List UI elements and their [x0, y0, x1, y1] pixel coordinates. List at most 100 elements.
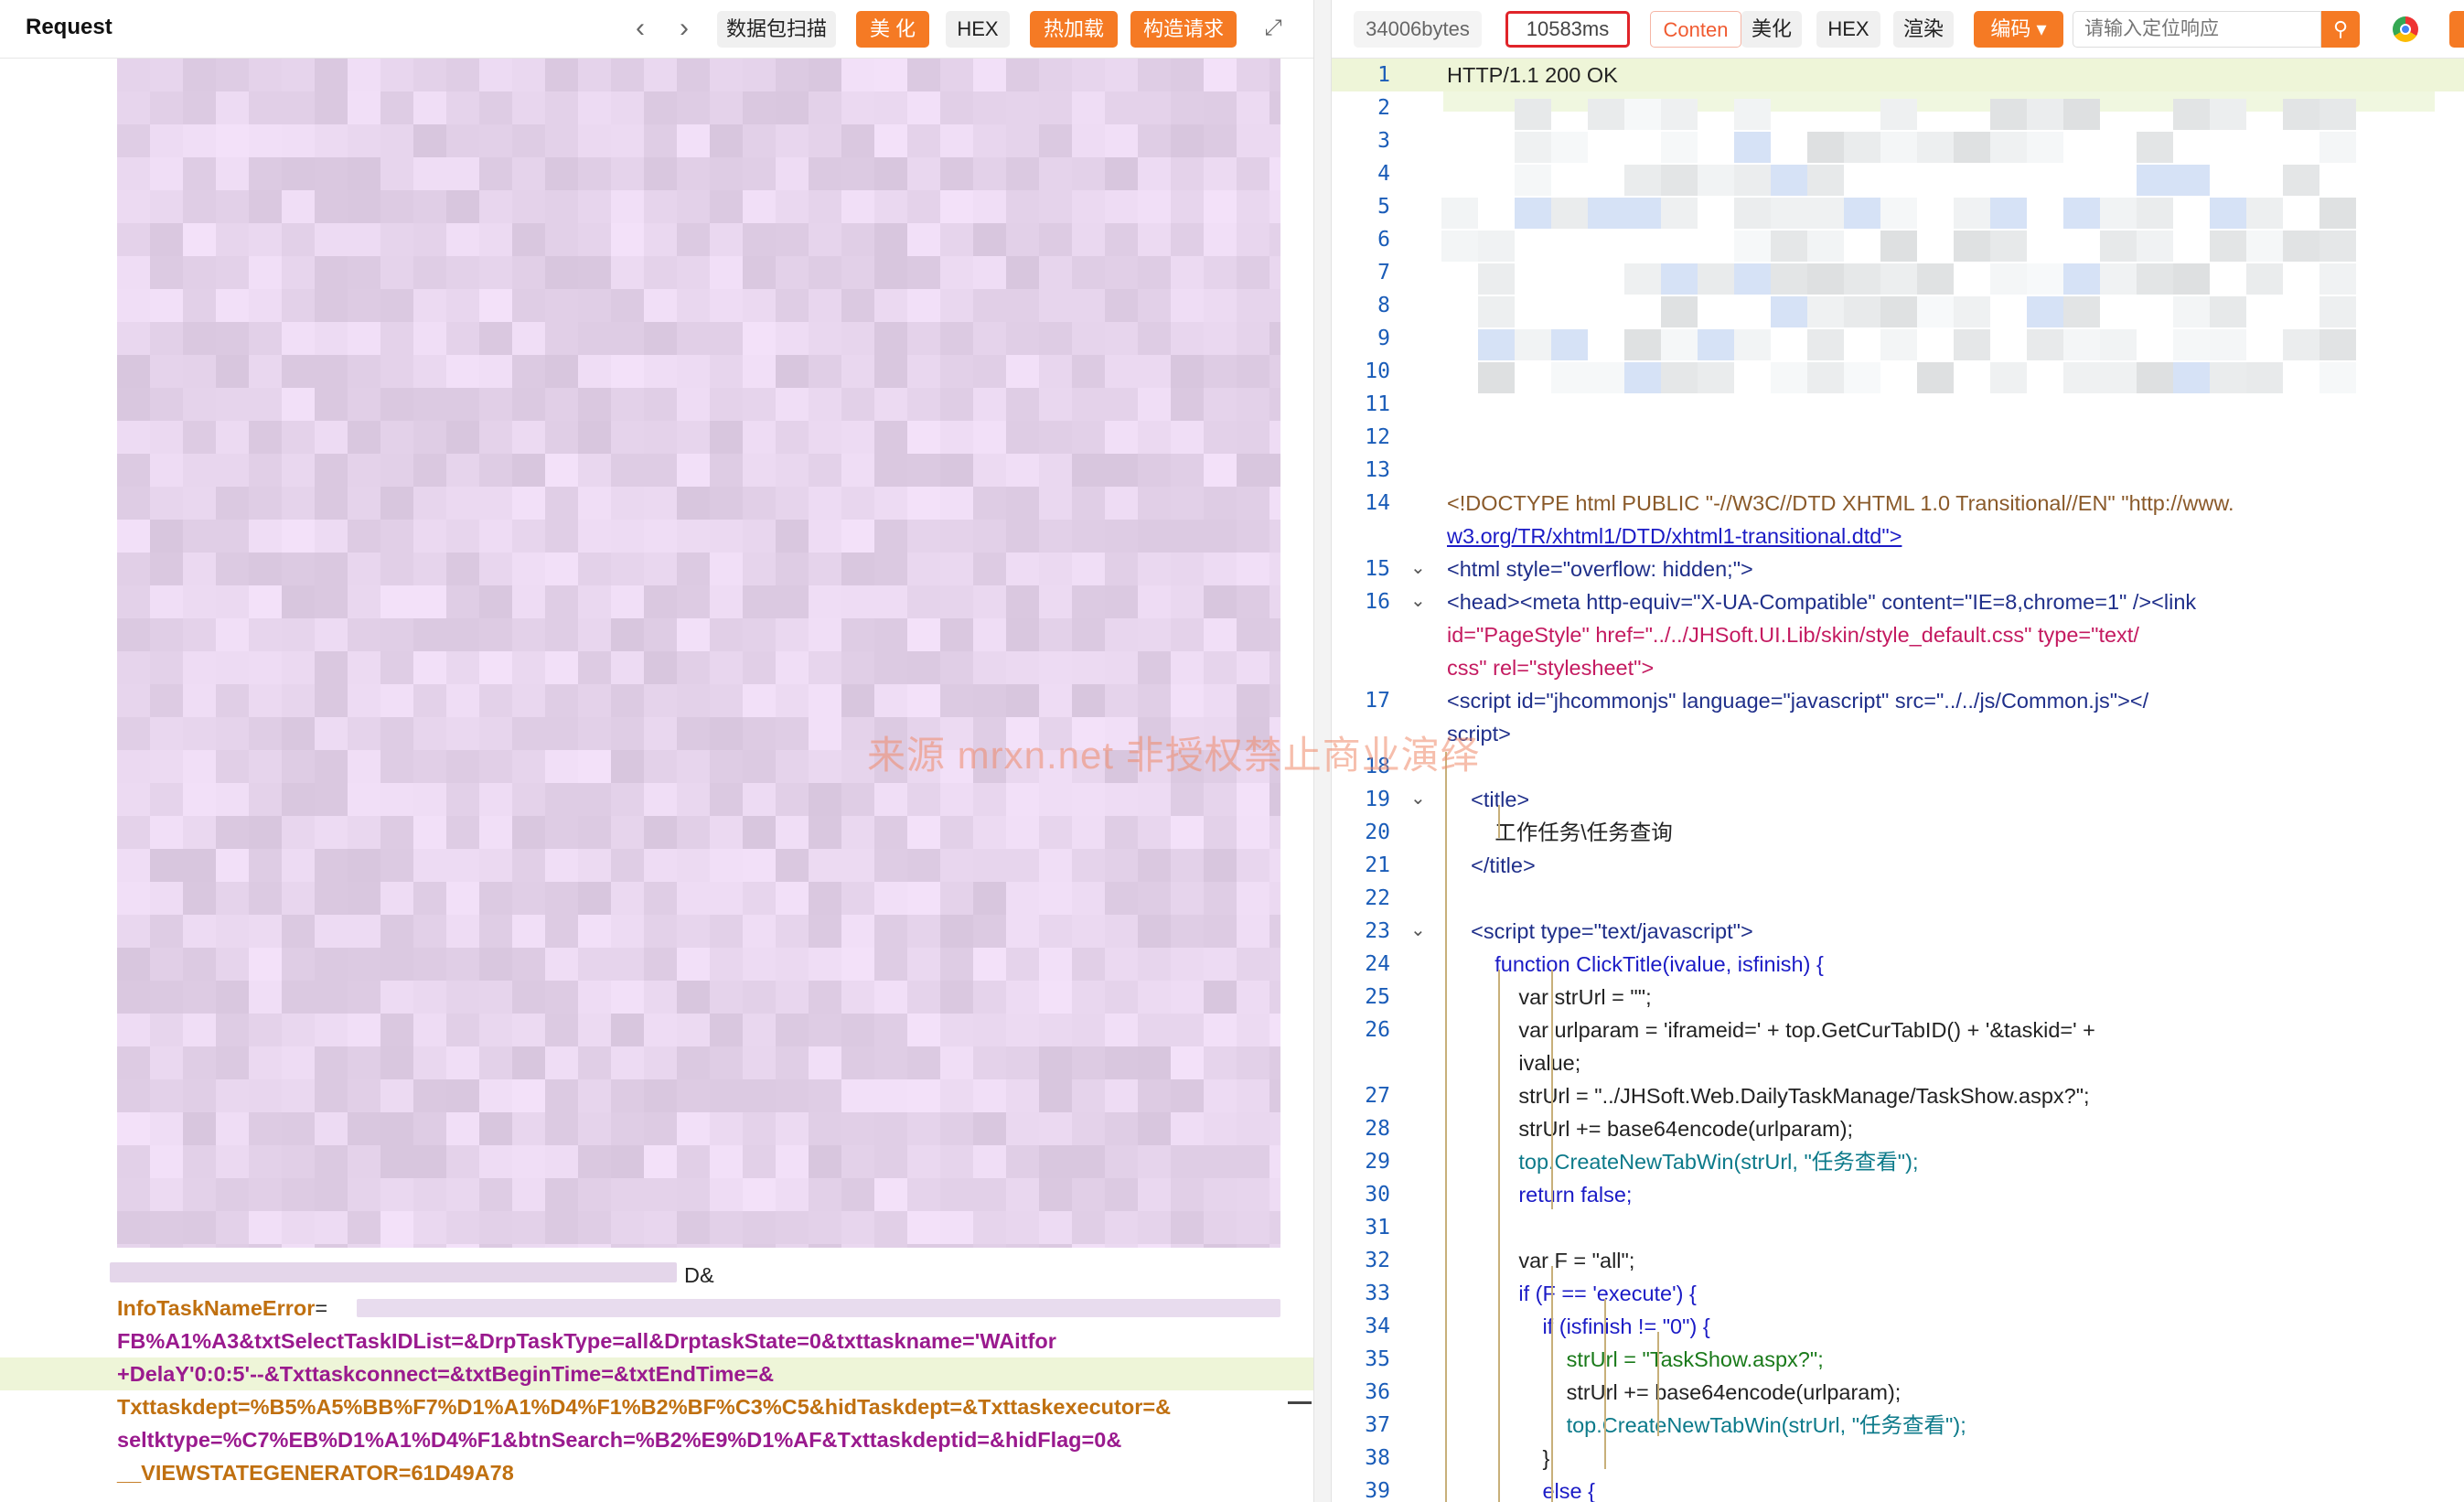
- search-button[interactable]: ⚲: [2321, 11, 2360, 48]
- mosaic-cell: [874, 651, 907, 684]
- mosaic-cell: [545, 684, 578, 717]
- mosaic-cell: [710, 388, 743, 421]
- scrollbar-thumb[interactable]: [1288, 1401, 1312, 1404]
- beautify-button[interactable]: 美 化: [856, 11, 929, 48]
- mosaic-cell: [1171, 322, 1204, 355]
- blur-cell: [1771, 165, 1807, 196]
- mosaic-cell: [1237, 91, 1269, 124]
- mosaic-cell: [973, 585, 1006, 618]
- mosaic-cell: [1171, 223, 1204, 256]
- mosaic-cell: [907, 124, 940, 157]
- mosaic-cell: [446, 783, 479, 816]
- mosaic-cell: [413, 59, 446, 91]
- mosaic-cell: [183, 223, 216, 256]
- mosaic-cell: [446, 684, 479, 717]
- beautify-button[interactable]: 美化: [1741, 11, 1802, 48]
- mosaic-cell: [216, 750, 249, 783]
- mosaic-cell: [940, 59, 973, 91]
- mosaic-cell: [150, 256, 183, 289]
- mosaic-cell: [1204, 157, 1237, 190]
- mosaic-cell: [809, 157, 841, 190]
- mosaic-cell: [150, 421, 183, 454]
- mosaic-cell: [1204, 1079, 1237, 1112]
- blur-cell: [2100, 362, 2137, 393]
- mosaic-cell: [1039, 816, 1072, 849]
- mosaic-cell: [216, 849, 249, 882]
- encoding-dropdown[interactable]: 编码 ▾: [1974, 11, 2063, 48]
- mosaic-cell: [677, 124, 710, 157]
- mosaic-cell: [1072, 223, 1105, 256]
- mosaic-cell: [1105, 520, 1138, 553]
- mosaic-cell: [512, 684, 545, 717]
- mosaic-cell: [578, 849, 611, 882]
- mosaic-cell: [1171, 388, 1204, 421]
- mosaic-cell: [348, 684, 380, 717]
- mosaic-cell: [249, 388, 282, 421]
- mosaic-cell: [907, 454, 940, 487]
- mosaic-cell: [1269, 1079, 1280, 1112]
- mosaic-cell: [776, 948, 809, 981]
- mosaic-cell: [907, 651, 940, 684]
- mosaic-cell: [1006, 421, 1039, 454]
- mosaic-cell: [1006, 355, 1039, 388]
- mosaic-cell: [117, 256, 150, 289]
- mosaic-cell: [578, 783, 611, 816]
- blur-cell: [1771, 263, 1807, 295]
- mosaic-cell: [249, 124, 282, 157]
- mosaic-cell: [1204, 388, 1237, 421]
- mosaic-cell: [809, 816, 841, 849]
- hex-button[interactable]: HEX: [1816, 11, 1880, 48]
- mosaic-cell: [677, 157, 710, 190]
- line-number: 16: [1365, 590, 1390, 614]
- construct-request-button[interactable]: 构造请求: [1130, 11, 1237, 48]
- mosaic-cell: [578, 256, 611, 289]
- mosaic-cell: [874, 487, 907, 520]
- mosaic-cell: [348, 157, 380, 190]
- mosaic-cell: [644, 421, 677, 454]
- mosaic-cell: [1105, 882, 1138, 915]
- blur-cell: [2246, 231, 2283, 262]
- mosaic-cell: [479, 421, 512, 454]
- mosaic-cell: [1072, 948, 1105, 981]
- mosaic-cell: [578, 1178, 611, 1211]
- mosaic-cell: [809, 355, 841, 388]
- mosaic-cell: [611, 981, 644, 1014]
- mosaic-cell: [644, 618, 677, 651]
- chrome-icon[interactable]: [2393, 16, 2418, 42]
- fold-chevron-icon[interactable]: ⌄: [1410, 589, 1426, 612]
- mosaic-cell: [282, 1112, 315, 1145]
- mosaic-cell: [183, 59, 216, 91]
- locate-search-input[interactable]: [2073, 11, 2321, 48]
- render-button[interactable]: 渲染: [1893, 11, 1954, 48]
- chevron-right-icon[interactable]: ›: [670, 13, 699, 46]
- mosaic-cell: [578, 684, 611, 717]
- blur-cell: [1515, 132, 1551, 163]
- mosaic-cell: [809, 981, 841, 1014]
- fold-chevron-icon[interactable]: ⌄: [1410, 787, 1426, 810]
- hotload-button[interactable]: 热加载: [1030, 11, 1118, 48]
- overflow-button[interactable]: [2449, 11, 2464, 48]
- blur-cell: [1807, 231, 1844, 262]
- mosaic-cell: [677, 816, 710, 849]
- dtd-link[interactable]: w3.org/TR/xhtml1/DTD/xhtml1-transitional…: [1447, 524, 1902, 548]
- fold-chevron-icon[interactable]: ⌄: [1410, 556, 1426, 579]
- fold-chevron-icon[interactable]: ⌄: [1410, 918, 1426, 941]
- mosaic-cell: [479, 1112, 512, 1145]
- mosaic-cell: [1204, 1244, 1237, 1248]
- mosaic-cell: [809, 1014, 841, 1046]
- fullscreen-icon[interactable]: ⤢: [1259, 13, 1288, 46]
- mosaic-cell: [776, 454, 809, 487]
- mosaic-cell: [216, 355, 249, 388]
- mosaic-cell: [150, 915, 183, 948]
- mosaic-cell: [1006, 322, 1039, 355]
- scan-button[interactable]: 数据包扫描: [717, 11, 836, 48]
- blur-cell: [1954, 329, 1990, 360]
- content-tab[interactable]: Conten: [1650, 11, 1741, 48]
- mosaic-cell: [644, 553, 677, 585]
- mosaic-cell: [216, 717, 249, 750]
- chevron-left-icon[interactable]: ‹: [626, 13, 655, 46]
- mosaic-cell: [150, 1178, 183, 1211]
- hex-button[interactable]: HEX: [946, 11, 1010, 48]
- mosaic-cell: [512, 124, 545, 157]
- mosaic-cell: [644, 59, 677, 91]
